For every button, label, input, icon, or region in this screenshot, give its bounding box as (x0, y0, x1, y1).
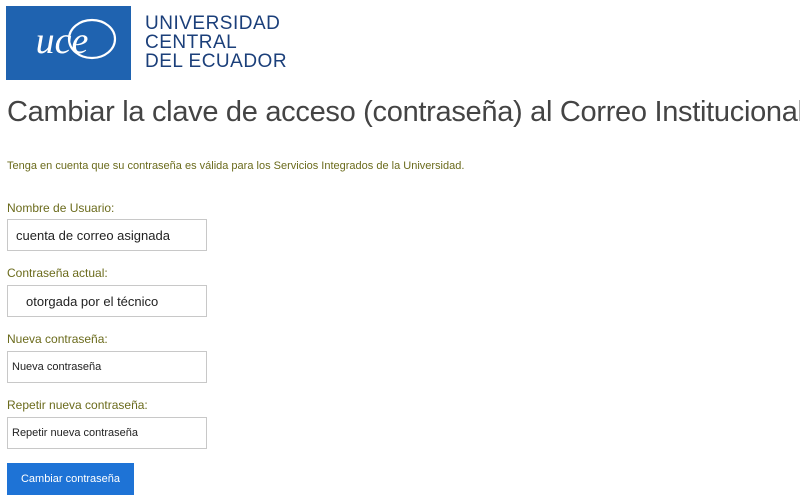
repeat-password-label: Repetir nueva contraseña: (7, 398, 148, 412)
university-name-line-2: CENTRAL (145, 32, 238, 53)
repeat-password-input[interactable] (7, 417, 207, 449)
new-password-label: Nueva contraseña: (7, 332, 108, 346)
new-password-input[interactable] (7, 351, 207, 383)
username-input[interactable] (7, 219, 207, 251)
notice-text: Tenga en cuenta que su contraseña es vál… (7, 160, 465, 172)
page: uce UNIVERSIDAD CENTRAL DEL ECUADOR Camb… (0, 0, 800, 503)
uce-logo-mark: uce (36, 18, 117, 62)
university-name: UNIVERSIDAD CENTRAL DEL ECUADOR (145, 14, 287, 71)
current-password-input[interactable] (7, 285, 207, 317)
username-label: Nombre de Usuario: (7, 201, 115, 215)
logo-text: uce (36, 20, 89, 62)
university-name-line-1: UNIVERSIDAD (145, 13, 281, 34)
uce-logo: uce (6, 6, 131, 80)
page-title: Cambiar la clave de acceso (contraseña) … (7, 96, 800, 128)
university-name-line-3: DEL ECUADOR (145, 51, 288, 72)
current-password-label: Contraseña actual: (7, 266, 108, 280)
change-password-button[interactable]: Cambiar contraseña (7, 463, 134, 495)
